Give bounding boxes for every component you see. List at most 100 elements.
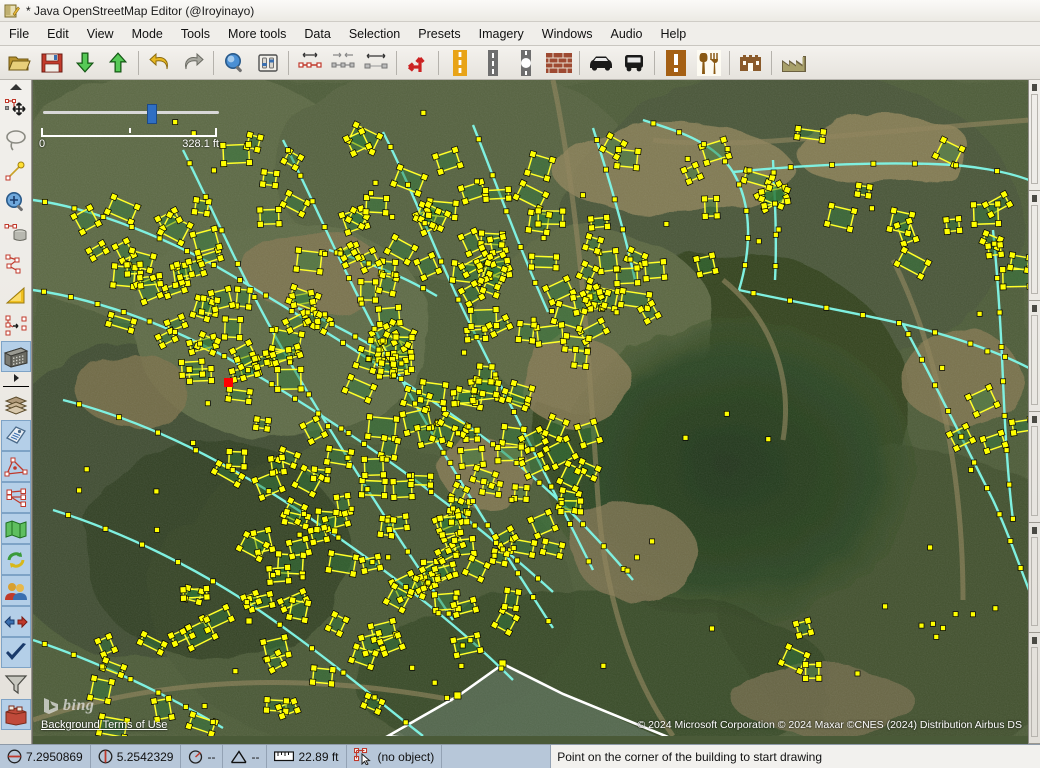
- osm-node[interactable]: [371, 694, 378, 701]
- osm-node[interactable]: [390, 493, 398, 501]
- osm-node[interactable]: [309, 474, 318, 483]
- osm-node[interactable]: [700, 141, 707, 148]
- osm-node[interactable]: [593, 137, 600, 143]
- osm-node[interactable]: [393, 436, 402, 445]
- preset-minor-road-button[interactable]: [476, 47, 509, 79]
- osm-building[interactable]: [530, 255, 558, 269]
- osm-node[interactable]: [416, 389, 422, 395]
- osm-node[interactable]: [83, 466, 90, 473]
- osm-node[interactable]: [324, 466, 332, 475]
- osm-node[interactable]: [486, 235, 495, 244]
- osm-node[interactable]: [67, 294, 74, 300]
- osm-node[interactable]: [256, 133, 265, 142]
- osm-node[interactable]: [322, 251, 328, 257]
- osm-node[interactable]: [292, 395, 298, 402]
- osm-node[interactable]: [549, 308, 555, 314]
- osm-node[interactable]: [850, 207, 859, 216]
- osm-node[interactable]: [952, 611, 959, 617]
- osm-node[interactable]: [390, 453, 399, 462]
- osm-node[interactable]: [378, 271, 387, 280]
- osm-node[interactable]: [585, 283, 594, 292]
- osm-node[interactable]: [104, 319, 113, 329]
- osm-node[interactable]: [534, 340, 543, 348]
- osm-node[interactable]: [954, 215, 963, 223]
- osm-node[interactable]: [262, 706, 271, 714]
- osm-node[interactable]: [367, 336, 375, 345]
- osm-node[interactable]: [467, 637, 474, 644]
- osm-node[interactable]: [361, 649, 370, 658]
- osm-node[interactable]: [349, 570, 357, 578]
- osm-node[interactable]: [381, 492, 388, 500]
- osm-node[interactable]: [304, 309, 311, 316]
- osm-node[interactable]: [263, 358, 271, 367]
- osm-node[interactable]: [465, 423, 472, 430]
- osm-node[interactable]: [558, 541, 567, 550]
- osm-node[interactable]: [600, 301, 609, 310]
- osm-node[interactable]: [478, 389, 487, 398]
- osm-node[interactable]: [474, 178, 480, 185]
- osm-node[interactable]: [245, 130, 254, 139]
- dock-panel-selection[interactable]: [1029, 301, 1040, 413]
- osm-node[interactable]: [575, 324, 584, 333]
- osm-node[interactable]: [245, 303, 253, 311]
- osm-node[interactable]: [827, 201, 836, 210]
- osm-node[interactable]: [337, 250, 344, 257]
- osm-node[interactable]: [256, 206, 264, 214]
- osm-node[interactable]: [772, 200, 778, 207]
- osm-node[interactable]: [482, 195, 490, 203]
- osm-node[interactable]: [408, 365, 416, 373]
- panel-relations[interactable]: [0, 482, 31, 513]
- osm-node[interactable]: [447, 459, 454, 466]
- osm-node[interactable]: [409, 664, 416, 671]
- osm-node[interactable]: [167, 713, 176, 721]
- osm-node[interactable]: [234, 285, 242, 293]
- osm-node[interactable]: [218, 227, 225, 234]
- osm-node[interactable]: [492, 390, 501, 399]
- osm-node[interactable]: [192, 447, 199, 454]
- osm-node[interactable]: [455, 430, 461, 437]
- osm-node[interactable]: [511, 483, 519, 491]
- osm-node[interactable]: [150, 697, 158, 705]
- osm-node[interactable]: [120, 309, 127, 315]
- osm-node[interactable]: [244, 397, 253, 406]
- osm-node[interactable]: [275, 220, 283, 228]
- sidebar-more[interactable]: [1, 372, 31, 384]
- osm-node[interactable]: [405, 181, 411, 188]
- osm-node[interactable]: [292, 265, 301, 273]
- osm-node[interactable]: [366, 622, 375, 631]
- osm-node[interactable]: [420, 285, 427, 292]
- osm-node[interactable]: [372, 179, 379, 186]
- osm-node[interactable]: [360, 455, 368, 463]
- osm-node[interactable]: [398, 410, 407, 419]
- osm-node[interactable]: [559, 207, 567, 215]
- osm-node[interactable]: [300, 616, 309, 625]
- osm-node[interactable]: [194, 598, 203, 607]
- osm-node[interactable]: [299, 551, 307, 559]
- osm-node[interactable]: [1000, 378, 1006, 385]
- osm-node[interactable]: [430, 591, 439, 599]
- osm-node[interactable]: [396, 319, 404, 327]
- osm-node[interactable]: [517, 244, 524, 250]
- osm-node[interactable]: [999, 266, 1007, 274]
- osm-node[interactable]: [505, 270, 514, 279]
- osm-node[interactable]: [471, 522, 478, 529]
- osm-node[interactable]: [791, 619, 801, 628]
- osm-node[interactable]: [322, 535, 331, 544]
- osm-node[interactable]: [297, 172, 304, 179]
- osm-node[interactable]: [283, 563, 292, 572]
- osm-node[interactable]: [996, 511, 1003, 518]
- osm-node[interactable]: [358, 556, 367, 565]
- osm-node[interactable]: [259, 638, 268, 647]
- osm-node[interactable]: [308, 678, 317, 686]
- osm-node[interactable]: [498, 232, 507, 241]
- osm-node[interactable]: [523, 484, 531, 492]
- osm-node[interactable]: [719, 135, 728, 144]
- osm-node[interactable]: [267, 455, 275, 463]
- osm-node[interactable]: [458, 663, 465, 669]
- osm-node[interactable]: [383, 456, 390, 463]
- osm-node[interactable]: [489, 172, 496, 179]
- osm-node[interactable]: [407, 481, 415, 488]
- osm-node[interactable]: [829, 162, 835, 168]
- tool-delete[interactable]: [1, 217, 31, 248]
- osm-node[interactable]: [408, 493, 416, 501]
